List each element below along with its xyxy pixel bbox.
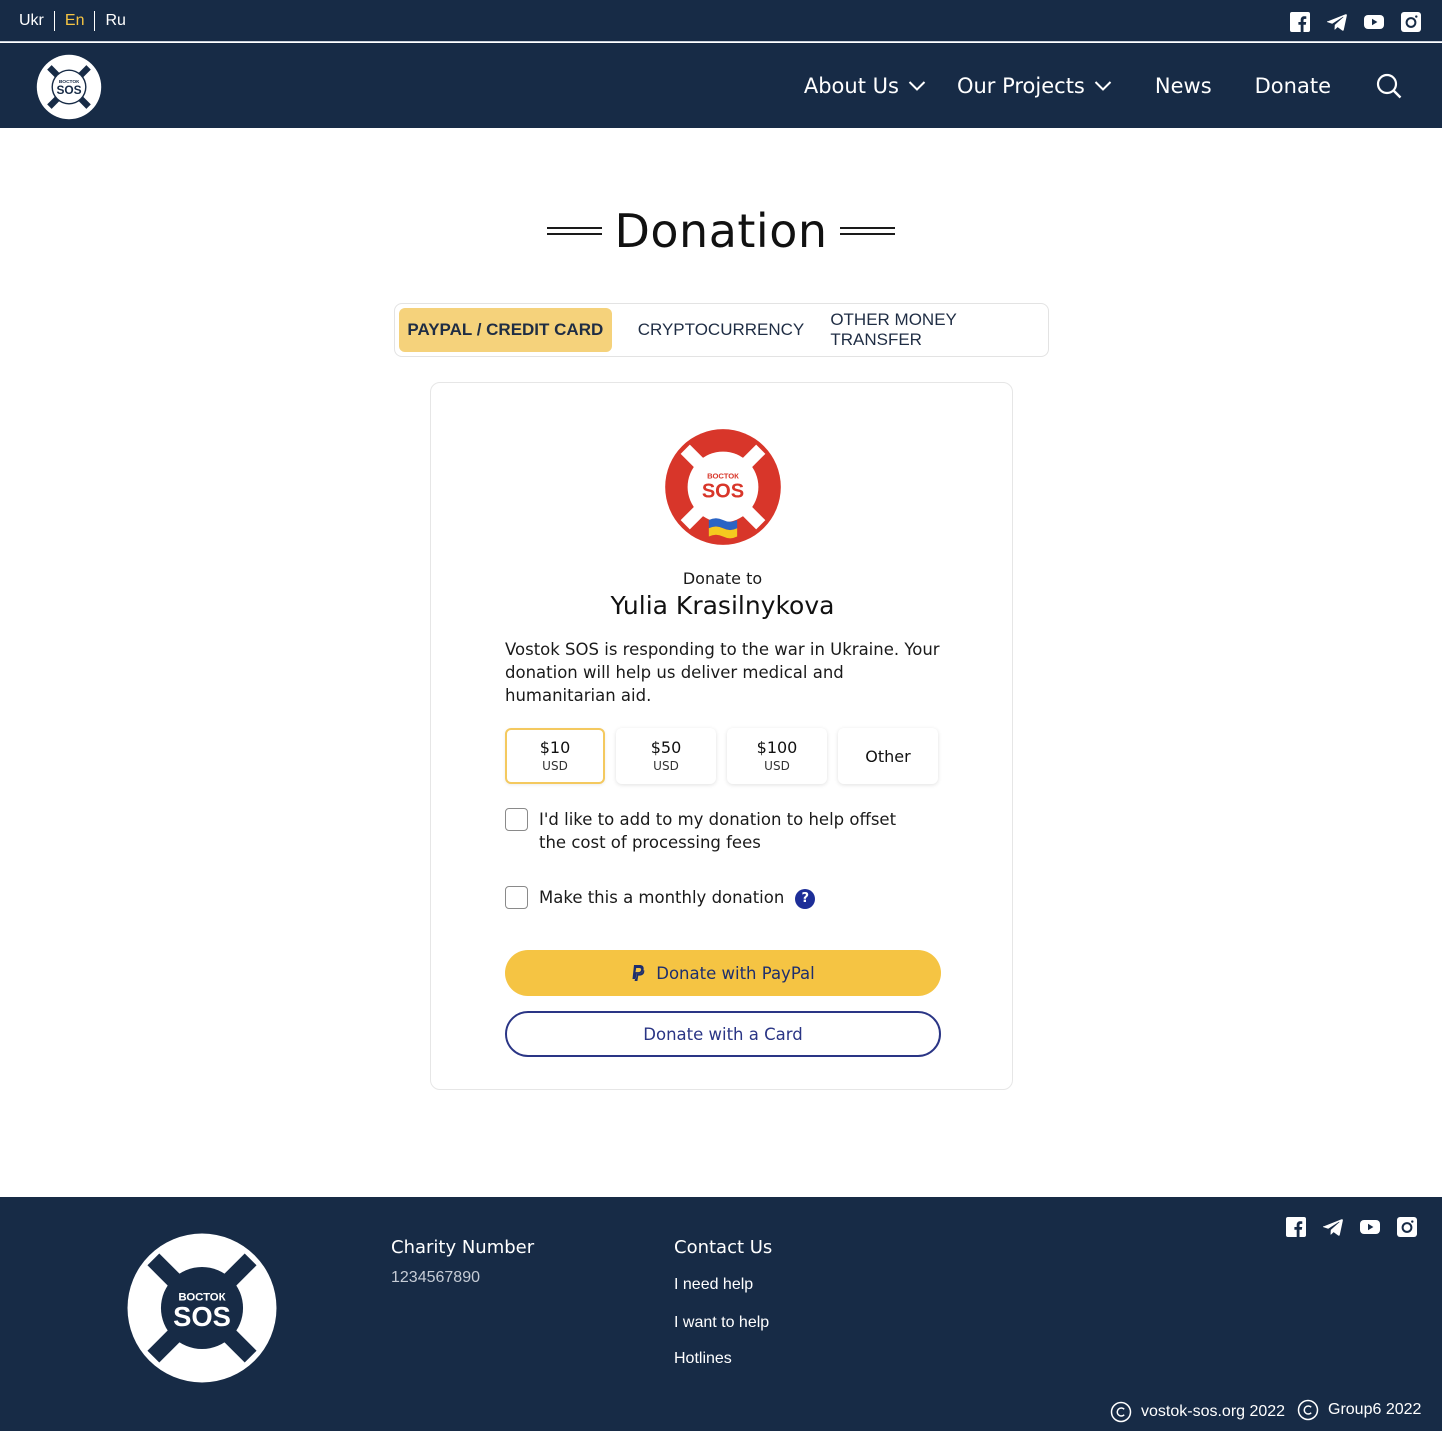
copyright-icon: [1110, 1401, 1132, 1423]
monthly-option: Make this a monthly donation?: [505, 886, 816, 909]
nav-about-us[interactable]: About Us: [804, 74, 926, 98]
amount-value: $100: [756, 738, 798, 757]
youtube-icon[interactable]: [1364, 12, 1384, 32]
tab-cryptocurrency[interactable]: CRYPTOCURRENCY: [612, 308, 831, 352]
amount-currency: USD: [653, 759, 679, 773]
copyright-site: vostok-sos.org 2022: [1110, 1401, 1285, 1423]
social-links-footer: [1286, 1217, 1417, 1237]
vostok-sos-logo: ВОСТОК SOS: [665, 429, 781, 545]
instagram-icon[interactable]: [1401, 12, 1421, 32]
copyright-site-text: vostok-sos.org 2022: [1141, 1403, 1286, 1420]
chevron-down-icon: [1094, 80, 1112, 91]
tab-paypal-credit-card[interactable]: PAYPAL / CREDIT CARD: [399, 308, 612, 352]
lang-en[interactable]: En: [55, 11, 95, 31]
footer: ВОСТОК SOS Charity Number 1234567890 Con…: [0, 1197, 1442, 1431]
nav-our-projects[interactable]: Our Projects: [957, 74, 1112, 98]
lang-ru[interactable]: Ru: [95, 11, 135, 31]
contact-us-heading: Contact Us: [674, 1237, 773, 1258]
paypal-icon: [632, 964, 645, 981]
fees-option: I'd like to add to my donation to help o…: [505, 808, 919, 854]
donate-with-paypal-button[interactable]: Donate with PayPal: [505, 950, 941, 996]
recipient-name: Yulia Krasilnykova: [610, 591, 835, 620]
fees-label: I'd like to add to my donation to help o…: [539, 810, 897, 852]
nav-projects-label: Our Projects: [956, 73, 1085, 98]
amount-currency: USD: [764, 759, 790, 773]
nav-news[interactable]: News: [1155, 74, 1212, 98]
vostok-sos-logo[interactable]: ВОСТОК SOS: [126, 1232, 278, 1384]
amount-value: $10: [539, 738, 571, 757]
donate-to-label: Donate to: [682, 569, 763, 588]
title-decoration-left: [547, 227, 603, 235]
amount-option-10[interactable]: $10 USD: [505, 728, 605, 784]
main-nav-bar: ВОСТОК SOS About Us Our Projects News Do…: [0, 43, 1442, 128]
page-title-block: Donation: [0, 200, 1442, 262]
nav-about-label: About Us: [803, 73, 899, 98]
amount-option-other[interactable]: Other: [838, 728, 938, 784]
telegram-icon[interactable]: [1327, 12, 1347, 32]
lang-ukr[interactable]: Ukr: [19, 11, 54, 31]
nav-donate[interactable]: Donate: [1255, 74, 1331, 98]
footer-link-want-to-help[interactable]: I want to help: [674, 1314, 769, 1332]
copyright-group-text: Group6 2022: [1328, 1401, 1422, 1418]
tab-other-money-transfer[interactable]: OTHER MONEY TRANSFER: [830, 308, 1044, 352]
amount-value: $50: [650, 738, 682, 757]
youtube-icon[interactable]: [1360, 1217, 1380, 1237]
page-title: Donation: [614, 204, 828, 258]
donation-card: ВОСТОК SOS Donate to Yulia Krasilnykova …: [430, 382, 1013, 1090]
nav-menu: About Us Our Projects News Donate: [804, 43, 1402, 128]
charity-number: 1234567890: [391, 1269, 480, 1286]
facebook-icon[interactable]: [1286, 1217, 1306, 1237]
logo-subtext: ВОСТОК: [707, 472, 739, 481]
amount-other-label: Other: [865, 746, 911, 766]
copyright-icon: [1297, 1399, 1319, 1421]
facebook-icon[interactable]: [1290, 12, 1310, 32]
instagram-icon[interactable]: [1397, 1217, 1417, 1237]
donate-with-card-button[interactable]: Donate with a Card: [505, 1011, 941, 1057]
charity-number-heading: Charity Number: [391, 1237, 535, 1258]
top-bar: Ukr En Ru: [0, 0, 1442, 42]
amount-options: $10 USD $50 USD $100 USD Other: [505, 728, 938, 784]
monthly-label-wrap: Make this a monthly donation?: [539, 886, 816, 909]
footer-link-hotlines[interactable]: Hotlines: [674, 1350, 732, 1368]
amount-currency: USD: [542, 759, 568, 773]
search-icon[interactable]: [1376, 73, 1402, 99]
fees-checkbox[interactable]: [505, 808, 528, 831]
donation-description: Vostok SOS is responding to the war in U…: [505, 640, 940, 705]
title-decoration-right: [839, 227, 895, 235]
language-switcher: Ukr En Ru: [19, 11, 136, 31]
amount-option-100[interactable]: $100 USD: [727, 728, 827, 784]
footer-link-need-help[interactable]: I need help: [674, 1276, 753, 1294]
monthly-checkbox[interactable]: [505, 886, 528, 909]
logo-text: SOS: [702, 481, 744, 503]
monthly-label: Make this a monthly donation: [539, 888, 785, 907]
logo-text: SOS: [56, 83, 81, 97]
vostok-sos-logo[interactable]: ВОСТОК SOS: [34, 52, 104, 122]
copyright-group: Group6 2022: [1297, 1399, 1421, 1421]
social-links-header: [1290, 12, 1421, 32]
amount-option-50[interactable]: $50 USD: [616, 728, 716, 784]
telegram-icon[interactable]: [1323, 1217, 1343, 1237]
payment-method-tabs: PAYPAL / CREDIT CARD CRYPTOCURRENCY OTHE…: [394, 303, 1049, 357]
logo-text: SOS: [173, 1301, 231, 1332]
help-icon[interactable]: ?: [795, 888, 816, 909]
paypal-button-label: Donate with PayPal: [656, 963, 815, 983]
chevron-down-icon: [908, 80, 926, 91]
